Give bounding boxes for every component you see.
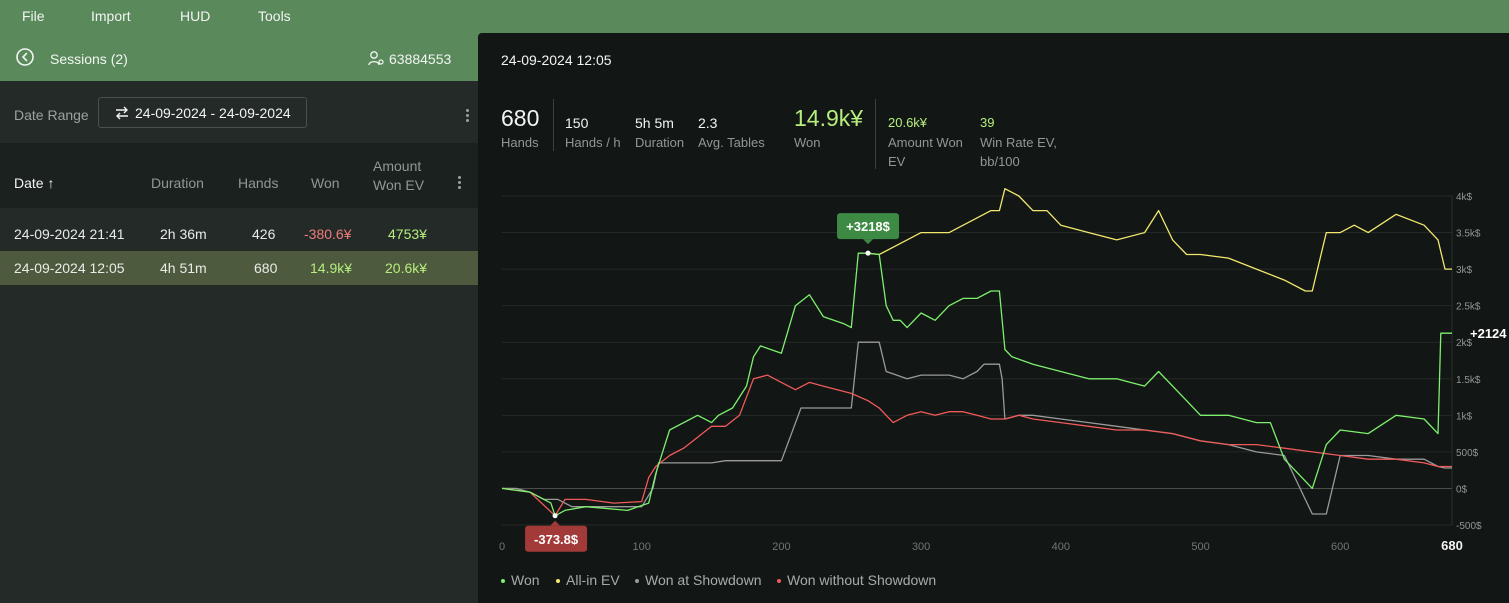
legend-won-at-showdown[interactable]: Won at Showdown <box>635 572 761 588</box>
session-row[interactable]: 24-09-2024 21:41 2h 36m 426 -380.6¥ 4753… <box>0 217 478 251</box>
legend-won-without-showdown[interactable]: Won without Showdown <box>777 572 936 588</box>
date-range-label: Date Range <box>14 107 89 123</box>
y-tick-label: 4k$ <box>1456 192 1473 203</box>
y-tick-label: -500$ <box>1456 521 1482 532</box>
end-value-label: +2124 <box>1470 326 1507 341</box>
sessions-table-header: Date ↑ Duration Hands Won Amount Won EV <box>0 143 478 208</box>
legend-won[interactable]: Won <box>501 572 540 588</box>
session-hands: 680 <box>254 260 278 276</box>
x-tick-label: 400 <box>1052 541 1070 553</box>
max-point-marker <box>865 250 871 256</box>
x-tick-label: 0 <box>499 541 505 553</box>
menu-tools[interactable]: Tools <box>258 8 291 24</box>
sessions-header: Sessions (2) 63884553 <box>0 33 478 81</box>
x-tick-label: 100 <box>633 541 651 553</box>
legend-dot <box>501 579 505 584</box>
series-line-won-without-showdown <box>501 374 1452 517</box>
session-detail-panel: 24-09-2024 12:05 680 Hands 150 Hands / h… <box>478 33 1509 603</box>
y-tick-label: 2.5k$ <box>1456 302 1481 313</box>
menu-import[interactable]: Import <box>91 8 131 24</box>
x-tick-label: 500 <box>1191 541 1209 553</box>
session-date: 24-09-2024 21:41 <box>14 226 125 242</box>
session-duration: 4h 51m <box>160 260 207 276</box>
legend-all-in-ev[interactable]: All-in EV <box>556 572 620 588</box>
legend-dot <box>635 579 639 584</box>
y-tick-label: 3k$ <box>1456 265 1473 276</box>
session-row-selected[interactable]: 24-09-2024 12:05 4h 51m 680 14.9k¥ 20.6k… <box>0 251 478 285</box>
date-range-button[interactable]: 24-09-2024 - 24-09-2024 <box>98 97 307 128</box>
x-tick-label: 300 <box>912 541 930 553</box>
session-won: 14.9k¥ <box>310 260 353 276</box>
y-tick-label: 1k$ <box>1456 411 1473 422</box>
y-tick-label: 3.5k$ <box>1456 229 1481 240</box>
session-graph[interactable]: 4k$3.5k$3k$2.5k$2k$1.5k$1k$500$0$-500$0 1… <box>478 33 1509 603</box>
session-duration: 2h 36m <box>160 226 207 242</box>
sessions-panel: Sessions (2) 63884553 Date Range 24-09-2… <box>0 33 478 603</box>
range-more-icon[interactable] <box>466 109 470 123</box>
legend-dot <box>556 579 560 584</box>
swap-arrows-icon <box>116 106 128 120</box>
user-settings-icon <box>368 51 384 66</box>
min-value-label: -373.8$ <box>534 532 579 547</box>
session-won-ev: 20.6k¥ <box>385 260 428 276</box>
menu-hud[interactable]: HUD <box>180 8 210 24</box>
column-hands[interactable]: Hands <box>238 175 278 191</box>
date-range-value: 24-09-2024 - 24-09-2024 <box>135 105 291 121</box>
y-tick-label: 1.5k$ <box>1456 375 1481 386</box>
x-tick-label: 680 <box>1441 538 1463 553</box>
menu-file[interactable]: File <box>22 8 45 24</box>
sessions-title: Sessions (2) <box>50 51 128 67</box>
y-tick-label: 0$ <box>1456 484 1468 495</box>
max-badge-pointer <box>863 239 874 245</box>
min-badge-pointer <box>550 520 561 526</box>
x-tick-label: 600 <box>1331 541 1349 553</box>
column-date[interactable]: Date ↑ <box>14 175 54 191</box>
series-line-won <box>501 252 1452 517</box>
x-tick-label: 200 <box>772 541 790 553</box>
y-tick-label: 500$ <box>1456 448 1479 459</box>
player-id: 63884553 <box>389 51 452 67</box>
session-hands: 426 <box>252 226 276 242</box>
column-won[interactable]: Won <box>311 175 340 191</box>
session-won-ev: 4753¥ <box>388 226 427 242</box>
column-amount-won-ev[interactable]: Amount Won EV <box>373 157 433 195</box>
back-circle-icon[interactable] <box>16 48 34 66</box>
max-value-label: +3218$ <box>846 219 891 234</box>
date-range-row: Date Range 24-09-2024 - 24-09-2024 <box>0 81 478 143</box>
min-point-marker <box>552 513 558 519</box>
column-duration[interactable]: Duration <box>151 175 204 191</box>
menu-bar: File Import HUD Tools <box>0 0 1509 33</box>
session-won: -380.6¥ <box>304 226 352 242</box>
series-line-all-in-ev <box>867 188 1452 292</box>
columns-more-icon[interactable] <box>458 176 462 190</box>
legend-dot <box>777 579 781 584</box>
session-date: 24-09-2024 12:05 <box>14 260 125 276</box>
